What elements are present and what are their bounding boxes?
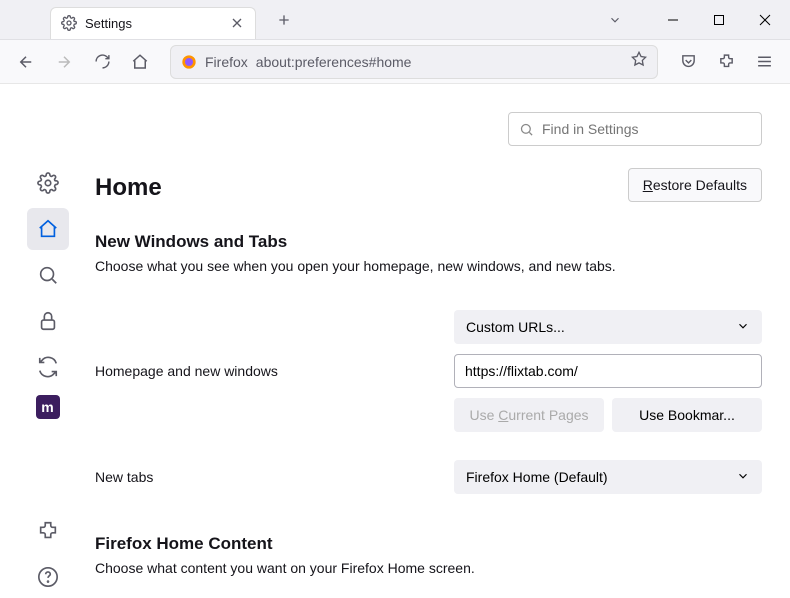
minimize-button[interactable] [650,0,696,40]
use-bookmark-button[interactable]: Use Bookmar... [612,398,762,432]
gear-icon [61,15,77,31]
content-area: m Home Restore Defaults New Windows and … [0,84,790,598]
section-new-windows-desc: Choose what you see when you open your h… [95,258,762,274]
back-button[interactable] [10,46,42,78]
sidebar-item-general[interactable] [27,162,69,204]
window-controls [600,0,790,40]
homepage-mode-dropdown[interactable]: Custom URLs... [454,310,762,344]
address-bar[interactable]: Firefox [170,45,658,79]
settings-sidebar: m [0,84,95,598]
browser-tab[interactable]: Settings [50,7,256,39]
forward-button[interactable] [48,46,80,78]
home-button[interactable] [124,46,156,78]
sidebar-item-extensions[interactable] [27,510,69,552]
sidebar-item-search[interactable] [27,254,69,296]
sidebar-item-sync[interactable] [27,346,69,388]
firefox-home-content-title: Firefox Home Content [95,534,762,554]
find-settings-search[interactable] [508,112,762,146]
section-new-windows-title: New Windows and Tabs [95,232,762,252]
close-window-button[interactable] [742,0,788,40]
tabs-overflow-button[interactable] [600,5,630,35]
urlbar-brand-label: Firefox [205,54,248,70]
reload-button[interactable] [86,46,118,78]
tab-title: Settings [85,16,221,31]
dropdown-value: Custom URLs... [466,319,565,335]
restore-defaults-button[interactable]: Restore Defaults [628,168,762,202]
use-current-pages-button[interactable]: Use Current Pages [454,398,604,432]
close-icon[interactable] [229,15,245,31]
settings-main: Home Restore Defaults New Windows and Ta… [95,84,790,598]
firefox-home-content-desc: Choose what content you want on your Fir… [95,560,762,576]
urlbar-input[interactable] [256,54,623,70]
titlebar: Settings [0,0,790,40]
firefox-logo-icon [181,54,197,70]
new-tab-button[interactable] [270,6,298,34]
menu-button[interactable] [748,46,780,78]
homepage-url-input[interactable] [454,354,762,388]
dropdown-value: Firefox Home (Default) [466,469,608,485]
sidebar-item-privacy[interactable] [27,300,69,342]
newtabs-dropdown[interactable]: Firefox Home (Default) [454,460,762,494]
newtabs-label: New tabs [95,469,434,485]
maximize-button[interactable] [696,0,742,40]
sidebar-item-home[interactable] [27,208,69,250]
bookmark-star-icon[interactable] [631,51,647,72]
nav-toolbar: Firefox [0,40,790,84]
chevron-down-icon [736,319,750,336]
homepage-label: Homepage and new windows [95,363,434,379]
find-settings-input[interactable] [542,121,751,137]
search-icon [519,122,534,137]
extensions-button[interactable] [710,46,742,78]
sidebar-item-help[interactable] [27,556,69,598]
pocket-button[interactable] [672,46,704,78]
chevron-down-icon [736,469,750,486]
sidebar-item-more-from-mozilla[interactable]: m [36,395,60,419]
